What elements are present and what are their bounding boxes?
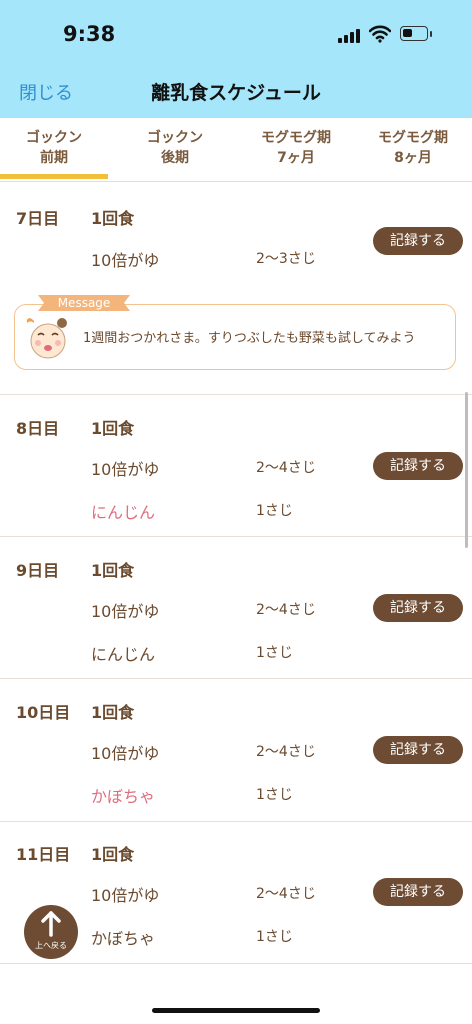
- meal-count: 1回食: [91, 561, 135, 580]
- food-amount: 2〜4さじ: [256, 602, 316, 618]
- message-box: 1週間おつかれさま。すりつぶしたも野菜も試してみよう: [14, 304, 456, 370]
- food-name: かぼちゃ: [91, 929, 156, 948]
- meal-count: 1回食: [91, 703, 135, 722]
- row-divider: [0, 536, 472, 537]
- tab-gokkun-early[interactable]: ゴックン 前期: [0, 128, 113, 168]
- record-button[interactable]: 記録する: [373, 878, 463, 906]
- back-to-top-label: 上へ戻る: [35, 941, 67, 950]
- cellular-signal-icon: [338, 28, 362, 43]
- tab-gokkun-late[interactable]: ゴックン 後期: [116, 128, 234, 168]
- food-amount: 1さじ: [256, 645, 293, 661]
- food-name: 10倍がゆ: [91, 602, 160, 621]
- record-button[interactable]: 記録する: [373, 227, 463, 255]
- food-amount: 1さじ: [256, 929, 293, 945]
- battery-tip: [430, 31, 432, 37]
- food-name: 10倍がゆ: [91, 251, 160, 270]
- record-button[interactable]: 記録する: [373, 736, 463, 764]
- day-label: 10日目: [16, 703, 71, 722]
- wifi-icon: [369, 25, 391, 43]
- food-amount: 2〜3さじ: [256, 251, 316, 267]
- food-amount: 2〜4さじ: [256, 744, 316, 760]
- meal-count: 1回食: [91, 845, 135, 864]
- record-button[interactable]: 記録する: [373, 452, 463, 480]
- tab-line2: 後期: [161, 150, 189, 166]
- row-divider: [0, 678, 472, 679]
- status-time: 9:38: [63, 22, 116, 46]
- stage-tabs: ゴックン 前期 ゴックン 後期 モグモグ期 7ヶ月 モグモグ期 8ヶ月: [0, 118, 472, 182]
- food-amount: 2〜4さじ: [256, 886, 316, 902]
- food-name: 10倍がゆ: [91, 886, 160, 905]
- tab-line1: ゴックン: [26, 130, 82, 146]
- tab-line1: モグモグ期: [378, 130, 448, 146]
- day-label: 7日目: [16, 209, 60, 228]
- battery-icon: [400, 26, 428, 41]
- day-label: 9日目: [16, 561, 60, 580]
- food-name: 10倍がゆ: [91, 744, 160, 763]
- tab-mogumogu-7[interactable]: モグモグ期 7ヶ月: [237, 128, 355, 168]
- selected-tab-indicator: [0, 174, 108, 179]
- schedule-list[interactable]: 7日目 1回食 10倍がゆ 2〜3さじ 記録する 1週間おつかれさま。すりつぶし…: [0, 181, 472, 971]
- scrollbar[interactable]: [465, 392, 468, 548]
- food-amount: 2〜4さじ: [256, 460, 316, 476]
- page-title: 離乳食スケジュール: [151, 82, 321, 104]
- meal-count: 1回食: [91, 209, 135, 228]
- baby-face-icon: [26, 318, 67, 359]
- food-name-new: にんじん: [91, 503, 156, 522]
- message-label: Message: [57, 296, 111, 310]
- tab-line2: 前期: [40, 150, 68, 166]
- message-text: 1週間おつかれさま。すりつぶしたも野菜も試してみよう: [83, 331, 416, 346]
- meal-count: 1回食: [91, 419, 135, 438]
- tab-line2: 8ヶ月: [394, 150, 432, 166]
- record-button[interactable]: 記録する: [373, 594, 463, 622]
- food-amount: 1さじ: [256, 787, 293, 803]
- row-divider: [0, 963, 472, 964]
- food-name: にんじん: [91, 645, 156, 664]
- food-name-new: かぼちゃ: [91, 787, 156, 806]
- arrow-up-icon: [41, 911, 61, 937]
- row-divider: [0, 394, 472, 395]
- tab-mogumogu-8[interactable]: モグモグ期 8ヶ月: [354, 128, 472, 168]
- tab-line1: ゴックン: [147, 130, 203, 146]
- food-amount: 1さじ: [256, 503, 293, 519]
- tab-line2: 7ヶ月: [277, 150, 315, 166]
- home-indicator[interactable]: [152, 1008, 320, 1013]
- day-label: 11日目: [16, 845, 71, 864]
- food-name: 10倍がゆ: [91, 460, 160, 479]
- tab-line1: モグモグ期: [261, 130, 331, 146]
- row-divider: [0, 821, 472, 822]
- day-label: 8日目: [16, 419, 60, 438]
- header-bar: 9:38 閉じる 離乳食スケジュール: [0, 0, 472, 118]
